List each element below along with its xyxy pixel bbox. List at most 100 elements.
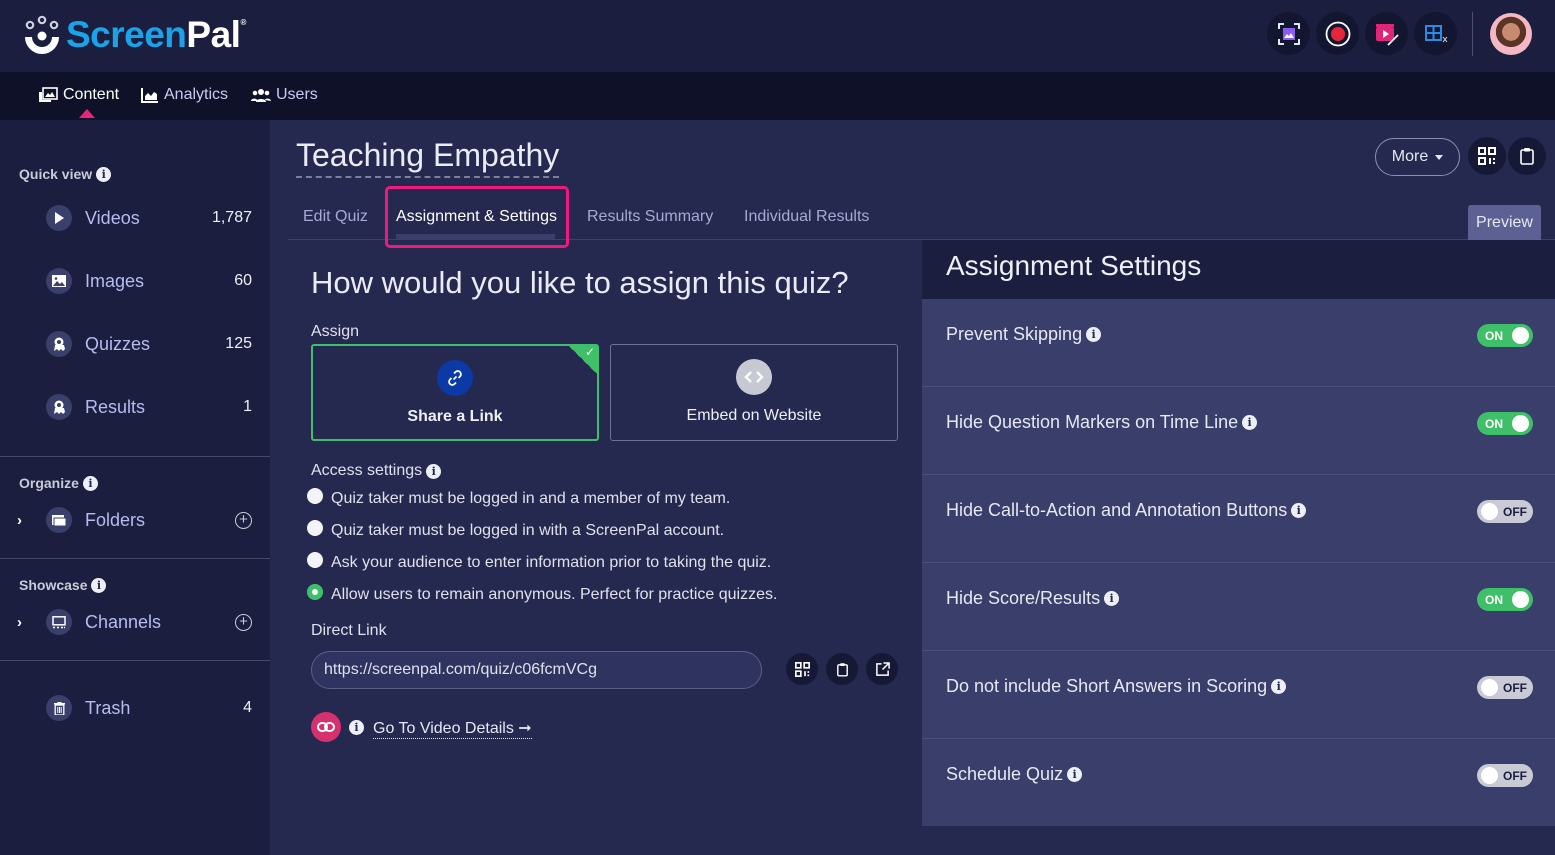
info-icon[interactable]: i bbox=[349, 720, 364, 735]
info-icon[interactable]: i bbox=[1242, 415, 1258, 430]
clipboard-icon bbox=[1520, 148, 1534, 165]
radio-label: Quiz taker must be logged in and a membe… bbox=[331, 490, 731, 507]
info-icon[interactable]: i bbox=[1104, 591, 1120, 606]
access-option-screenpal-account[interactable]: Quiz taker must be logged in with a Scre… bbox=[307, 520, 725, 540]
add-channel-icon[interactable]: + bbox=[235, 613, 252, 631]
screenpal-logo[interactable]: ScreenPal® bbox=[22, 14, 246, 56]
logo-text: ScreenPal® bbox=[66, 14, 246, 55]
access-option-team-member[interactable]: Quiz taker must be logged in and a membe… bbox=[307, 488, 731, 508]
sidebar-divider bbox=[0, 558, 270, 559]
user-avatar[interactable] bbox=[1490, 13, 1532, 55]
sidebar-item-quizzes[interactable]: Quizzes 125 bbox=[0, 324, 270, 364]
qr-code-button[interactable] bbox=[1468, 137, 1506, 175]
sidebar-item-images[interactable]: Images 60 bbox=[0, 261, 270, 301]
tab-individual-results[interactable]: Individual Results bbox=[744, 208, 869, 226]
info-icon[interactable]: i bbox=[1291, 503, 1307, 518]
access-option-enter-info[interactable]: Ask your audience to enter information p… bbox=[307, 552, 772, 572]
record-button[interactable] bbox=[1316, 12, 1359, 55]
more-button[interactable]: More bbox=[1375, 138, 1460, 176]
embed-website-option[interactable]: Embed on Website bbox=[610, 344, 898, 441]
go-to-video-details-link[interactable]: Go To Video Details ➞ bbox=[373, 718, 532, 739]
sidebar-item-label: Folders bbox=[85, 509, 146, 530]
screenshot-tool-button[interactable] bbox=[1267, 12, 1310, 55]
toggle-knob bbox=[1512, 415, 1529, 432]
video-editor-button[interactable] bbox=[1365, 12, 1408, 55]
organize-label: Organize bbox=[19, 475, 79, 491]
hide-question-markers-toggle[interactable]: ON bbox=[1477, 412, 1533, 435]
sidebar-divider bbox=[0, 660, 270, 661]
nav-users[interactable]: Users bbox=[251, 86, 318, 104]
preview-button[interactable]: Preview bbox=[1468, 205, 1541, 240]
main-nav: Content Analytics Users bbox=[0, 72, 1555, 120]
link-qr-code-button[interactable] bbox=[786, 653, 818, 685]
radio-button[interactable] bbox=[307, 520, 323, 536]
radio-button[interactable] bbox=[307, 552, 323, 568]
link-copy-button[interactable] bbox=[826, 653, 858, 685]
radio-label: Ask your audience to enter information p… bbox=[331, 554, 772, 571]
schedule-quiz-toggle[interactable]: OFF bbox=[1477, 764, 1533, 787]
page-title[interactable]: Teaching Empathy bbox=[296, 137, 560, 178]
copy-button[interactable] bbox=[1508, 137, 1546, 175]
info-icon[interactable]: i bbox=[96, 166, 112, 182]
organize-title: Organize i bbox=[19, 475, 98, 491]
nav-analytics[interactable]: Analytics bbox=[141, 86, 228, 104]
chevron-right-icon[interactable]: › bbox=[17, 512, 22, 529]
screenshot-tool-icon bbox=[1277, 22, 1300, 45]
info-icon[interactable]: i bbox=[82, 475, 98, 491]
share-link-option[interactable]: Share a Link ✓ bbox=[311, 344, 599, 441]
toggle-state: OFF bbox=[1503, 505, 1527, 519]
prevent-skipping-toggle[interactable]: ON bbox=[1477, 324, 1533, 347]
sidebar-item-channels[interactable]: › Channels + bbox=[0, 602, 270, 642]
setting-label-text: Hide Score/Results bbox=[946, 588, 1101, 608]
info-icon[interactable]: i bbox=[426, 463, 442, 479]
hide-cta-buttons-toggle[interactable]: OFF bbox=[1477, 500, 1533, 523]
toggle-state: OFF bbox=[1503, 681, 1527, 695]
tab-edit-quiz[interactable]: Edit Quiz bbox=[303, 208, 368, 226]
toggle-knob bbox=[1512, 327, 1529, 344]
header-divider bbox=[1472, 12, 1473, 56]
info-icon[interactable]: i bbox=[1086, 327, 1102, 342]
nav-content-label: Content bbox=[63, 86, 120, 103]
sidebar-item-label: Trash bbox=[85, 697, 131, 718]
sidebar-item-results[interactable]: Results 1 bbox=[0, 387, 270, 427]
info-icon[interactable]: i bbox=[1067, 767, 1083, 782]
info-icon[interactable]: i bbox=[1271, 679, 1287, 694]
toggle-state: OFF bbox=[1503, 769, 1527, 783]
settings-header: Assignment Settings bbox=[922, 240, 1555, 299]
video-templates-button[interactable] bbox=[1414, 12, 1457, 55]
exclude-short-answers-toggle[interactable]: OFF bbox=[1477, 676, 1533, 699]
info-icon[interactable]: i bbox=[91, 577, 107, 593]
setting-exclude-short-answers: Do not include Short Answers in Scoring i… bbox=[922, 651, 1555, 739]
hide-score-toggle[interactable]: ON bbox=[1477, 588, 1533, 611]
active-tab-indicator bbox=[396, 234, 555, 239]
access-option-anonymous[interactable]: Allow users to remain anonymous. Perfect… bbox=[307, 584, 777, 604]
direct-link-input[interactable] bbox=[311, 651, 762, 689]
setting-label: Hide Score/Results i bbox=[946, 588, 1120, 609]
external-link-icon bbox=[875, 661, 890, 676]
award-icon bbox=[46, 331, 72, 357]
add-folder-icon[interactable]: + bbox=[235, 511, 252, 529]
sidebar-item-label: Images bbox=[85, 270, 145, 291]
sidebar-item-count: 125 bbox=[225, 335, 252, 352]
link-open-button[interactable] bbox=[866, 653, 898, 685]
tab-results-summary[interactable]: Results Summary bbox=[587, 208, 713, 226]
sidebar-item-trash[interactable]: Trash 4 bbox=[0, 688, 270, 728]
nav-content[interactable]: Content bbox=[38, 86, 119, 104]
sidebar-item-folders[interactable]: › Folders + bbox=[0, 500, 270, 540]
radio-button-checked[interactable] bbox=[307, 584, 323, 600]
toggle-state: ON bbox=[1485, 329, 1503, 343]
radio-button[interactable] bbox=[307, 488, 323, 504]
code-icon bbox=[736, 359, 772, 395]
nav-analytics-label: Analytics bbox=[164, 86, 229, 103]
chevron-right-icon[interactable]: › bbox=[17, 614, 22, 631]
tab-assignment-settings[interactable]: Assignment & Settings bbox=[396, 208, 557, 226]
trash-icon bbox=[46, 695, 72, 721]
sidebar-item-videos[interactable]: Videos 1,787 bbox=[0, 198, 270, 238]
header-tools bbox=[1267, 12, 1457, 55]
setting-label: Schedule Quiz i bbox=[946, 764, 1083, 785]
settings-title: Assignment Settings bbox=[946, 250, 1202, 281]
top-header: ScreenPal® bbox=[0, 0, 1555, 72]
channel-icon bbox=[46, 609, 72, 635]
qr-code-icon bbox=[1478, 147, 1496, 165]
radio-label: Quiz taker must be logged in with a Scre… bbox=[331, 522, 725, 539]
